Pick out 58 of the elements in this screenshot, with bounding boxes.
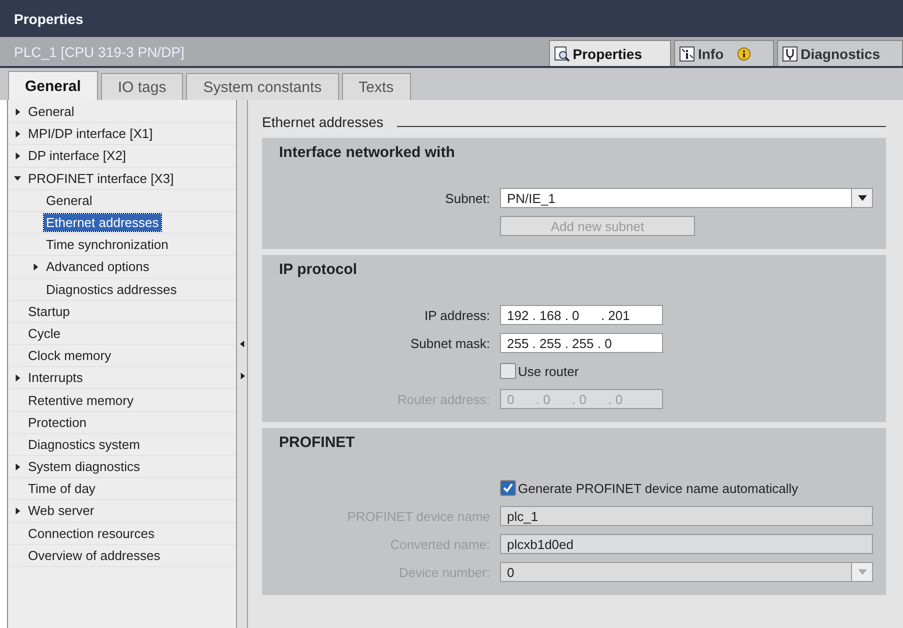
expanded-arrow-icon[interactable]: [14, 174, 21, 182]
group-title: IP protocol: [279, 261, 358, 278]
dropdown-arrow-icon[interactable]: [858, 195, 866, 201]
collapsed-arrow-icon[interactable]: [14, 130, 21, 138]
tree-item[interactable]: Diagnostics system: [26, 436, 142, 453]
info-arrows-icon: [678, 46, 695, 62]
tree-item[interactable]: MPI/DP interface [X1]: [26, 125, 155, 142]
collapsed-arrow-icon[interactable]: [14, 462, 21, 471]
checkbox[interactable]: [500, 363, 516, 379]
window-title: Properties: [14, 10, 84, 26]
tree-item[interactable]: Startup: [26, 302, 72, 320]
section-heading: Ethernet addresses: [262, 114, 384, 130]
tree-item[interactable]: General: [26, 103, 76, 120]
tab[interactable]: System constants: [186, 73, 339, 100]
tree-item[interactable]: Time of day: [26, 480, 98, 498]
tree-item[interactable]: Ethernet addresses: [44, 214, 161, 232]
tab[interactable]: General: [8, 71, 98, 100]
tab[interactable]: IO tags: [100, 73, 184, 100]
checkbox[interactable]: [500, 480, 516, 496]
checkbox-label: Use router: [518, 364, 579, 378]
tree-item[interactable]: Cycle: [26, 324, 63, 342]
inspector-tab[interactable]: Info: [674, 40, 774, 66]
tree-item[interactable]: Connection resources: [26, 524, 156, 542]
group-title: Interface networked with: [279, 144, 456, 161]
collapsed-arrow-icon[interactable]: [14, 506, 21, 515]
dropdown-field[interactable]: PN/IE_1: [500, 188, 873, 208]
tree-item[interactable]: DP interface [X2]: [26, 147, 128, 164]
collapsed-arrow-icon[interactable]: [32, 262, 39, 271]
collapsed-arrow-icon[interactable]: [14, 108, 21, 116]
collapse-left-icon[interactable]: [240, 340, 245, 348]
tree-item[interactable]: General: [44, 192, 94, 209]
tree-item[interactable]: System diagnostics: [26, 458, 142, 476]
field-label: Subnet mask:: [410, 336, 490, 350]
checkbox-label: Generate PROFINET device name automatically: [518, 480, 798, 496]
expand-right-icon[interactable]: [240, 372, 245, 380]
tree-item[interactable]: Advanced options: [44, 258, 152, 276]
magnifier-page-icon: [554, 46, 570, 62]
collapsed-arrow-icon[interactable]: [14, 152, 21, 160]
object-title: PLC_1 [CPU 319-3 PN/DP]: [14, 44, 184, 60]
field-label: Subnet:: [445, 190, 490, 206]
tree-item[interactable]: Interrupts: [26, 369, 85, 386]
tree-item[interactable]: Retentive memory: [26, 392, 136, 409]
tree-item[interactable]: Overview of addresses: [26, 546, 162, 564]
info-badge-icon: [736, 46, 751, 60]
tree-item[interactable]: Time synchronization: [44, 236, 170, 254]
tree-item[interactable]: Web server: [26, 502, 96, 520]
tree-item[interactable]: Diagnostics addresses: [44, 280, 179, 298]
tree-item[interactable]: PROFINET interface [X3]: [26, 170, 176, 187]
inspector-tab[interactable]: Diagnostics: [776, 40, 903, 66]
group-title: PROFINET: [279, 434, 356, 451]
input-field[interactable]: 255 . 255 . 255 . 0: [500, 333, 663, 353]
tree-item[interactable]: Protection: [26, 414, 89, 431]
tab[interactable]: Texts: [342, 73, 411, 100]
tree-item[interactable]: Clock memory: [26, 347, 114, 364]
input-field[interactable]: 192 . 168 . 0 . 201: [500, 305, 663, 325]
field-label: IP address:: [424, 308, 490, 322]
collapsed-arrow-icon[interactable]: [14, 374, 21, 382]
inspector-tab[interactable]: Properties: [548, 40, 671, 66]
